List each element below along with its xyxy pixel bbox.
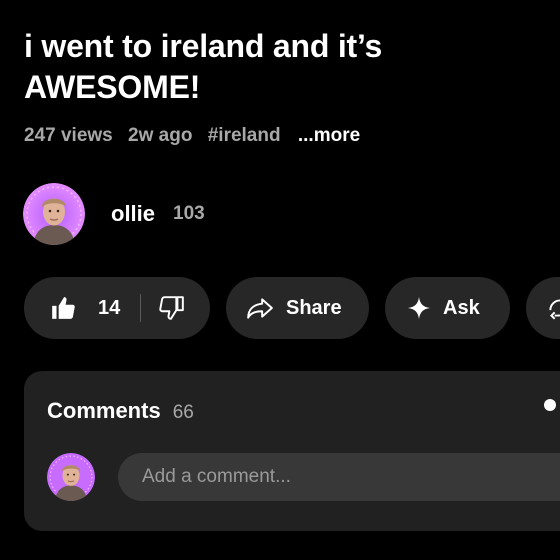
comments-panel[interactable]: Comments 66 bbox=[24, 371, 560, 531]
thumbs-down-icon[interactable] bbox=[159, 295, 185, 321]
comments-count: 66 bbox=[172, 402, 194, 423]
expand-indicator-icon[interactable] bbox=[544, 399, 556, 411]
subscriber-count: 103 bbox=[173, 203, 205, 224]
share-button[interactable]: Share bbox=[226, 277, 369, 339]
more-button[interactable]: ...more bbox=[298, 125, 360, 146]
like-dislike-pill: 14 bbox=[24, 277, 210, 339]
video-title: i went to ireland and it’s AWESOME! bbox=[24, 28, 383, 105]
share-arrow-icon bbox=[246, 295, 274, 321]
view-count: 247 views bbox=[24, 125, 113, 146]
video-meta[interactable]: 247 views 2w ago #ireland ...more bbox=[24, 125, 370, 147]
channel-name[interactable]: ollie bbox=[111, 201, 155, 227]
hashtag-link[interactable]: #ireland bbox=[208, 125, 281, 146]
sparkle-icon bbox=[407, 296, 431, 320]
remix-icon bbox=[546, 295, 560, 321]
comment-input[interactable] bbox=[118, 453, 560, 501]
upload-age: 2w ago bbox=[128, 125, 193, 146]
user-avatar bbox=[47, 453, 95, 501]
channel-row[interactable]: ollie 103 bbox=[23, 183, 205, 245]
comments-header: Comments 66 bbox=[47, 398, 194, 424]
video-details-page: i went to ireland and it’s AWESOME! 247 … bbox=[0, 0, 560, 560]
share-label: Share bbox=[286, 296, 342, 319]
comments-title: Comments bbox=[47, 398, 161, 423]
ask-button[interactable]: Ask bbox=[385, 277, 510, 339]
ask-label: Ask bbox=[443, 296, 480, 319]
thumbs-up-icon[interactable] bbox=[50, 295, 76, 321]
like-divider bbox=[140, 294, 142, 322]
remix-button[interactable] bbox=[526, 277, 560, 339]
like-count: 14 bbox=[98, 296, 121, 319]
channel-avatar[interactable] bbox=[23, 183, 85, 245]
